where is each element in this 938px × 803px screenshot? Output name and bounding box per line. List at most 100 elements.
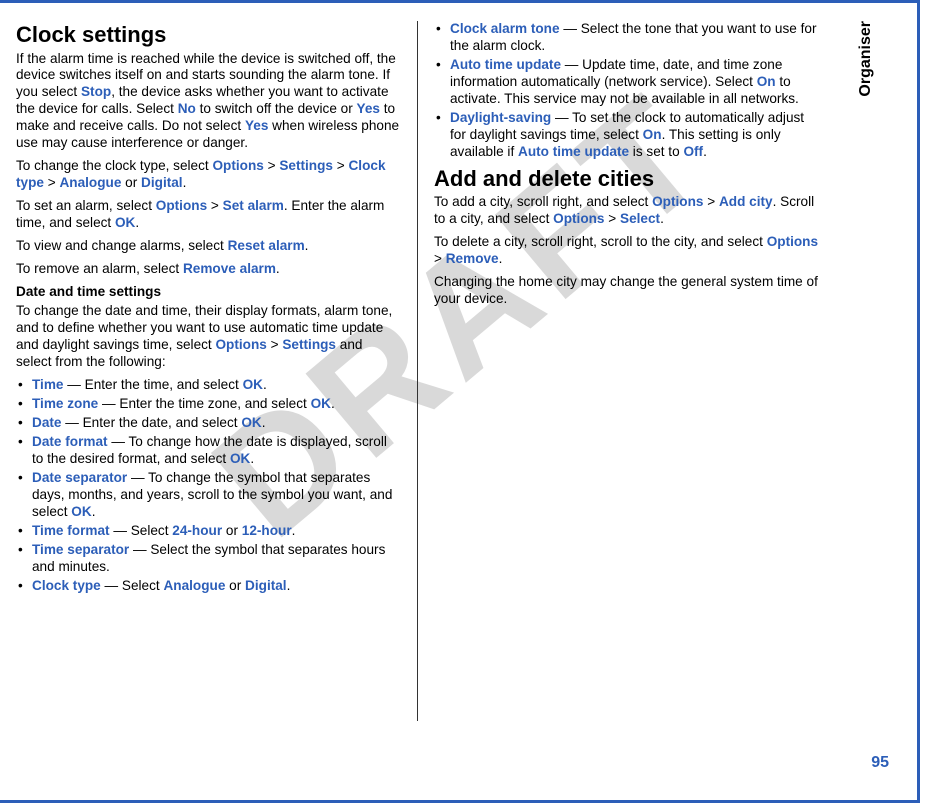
bullet-icon: • xyxy=(18,415,23,432)
kw-analogue: Analogue xyxy=(163,578,225,593)
section-tab: Organiser xyxy=(857,21,897,97)
para-remove-alarm: To remove an alarm, select Remove alarm. xyxy=(16,261,401,278)
text: . xyxy=(703,144,707,159)
chevron: > xyxy=(211,198,219,213)
kw-set-alarm: Set alarm xyxy=(223,198,284,213)
list-item: •Time separator — Select the symbol that… xyxy=(16,542,401,576)
text: . xyxy=(287,578,291,593)
text: To set an alarm, select xyxy=(16,198,156,213)
para-delete-city: To delete a city, scroll right, scroll t… xyxy=(434,234,820,268)
text: . xyxy=(331,396,335,411)
text: — Enter the time zone, and select xyxy=(98,396,310,411)
text: . xyxy=(92,504,96,519)
heading-add-delete-cities: Add and delete cities xyxy=(434,165,820,193)
bullet-icon: • xyxy=(18,523,23,540)
text: or xyxy=(222,523,242,538)
kw-reset-alarm: Reset alarm xyxy=(228,238,305,253)
text: . xyxy=(250,451,254,466)
text: — Select xyxy=(110,523,173,538)
para-view-alarms: To view and change alarms, select Reset … xyxy=(16,238,401,255)
list-item: •Time — Enter the time, and select OK. xyxy=(16,377,401,394)
kw-options: Options xyxy=(215,337,266,352)
kw-ok: OK xyxy=(71,504,91,519)
para-clock-type: To change the clock type, select Options… xyxy=(16,158,401,192)
settings-list: • Time — Enter the time, and select OK. •… xyxy=(16,377,401,595)
kw-remove-alarm: Remove alarm xyxy=(183,261,276,276)
kw-24-hour: 24-hour xyxy=(172,523,222,538)
text: . xyxy=(262,415,266,430)
chevron: > xyxy=(434,251,442,266)
kw-clock-type: Clock type xyxy=(32,578,101,593)
text: — Enter the time, and select xyxy=(63,377,242,392)
text: to switch off the device or xyxy=(196,101,357,116)
bullet-icon: • xyxy=(18,470,23,487)
chevron: > xyxy=(48,175,56,190)
text: To remove an alarm, select xyxy=(16,261,183,276)
text: or xyxy=(121,175,141,190)
kw-options: Options xyxy=(553,211,604,226)
heading-clock-settings: Clock settings xyxy=(16,21,401,49)
para-set-alarm: To set an alarm, select Options > Set al… xyxy=(16,198,401,232)
bullet-icon: • xyxy=(18,434,23,451)
chevron: > xyxy=(608,211,616,226)
kw-ok: OK xyxy=(243,377,263,392)
kw-daylight-saving: Daylight-saving xyxy=(450,110,551,125)
list-item: •Clock alarm tone — Select the tone that… xyxy=(434,21,820,55)
kw-auto-time-update: Auto time update xyxy=(518,144,629,159)
kw-time-separator: Time separator xyxy=(32,542,129,557)
text: — Select xyxy=(101,578,164,593)
kw-12-hour: 12-hour xyxy=(242,523,292,538)
kw-settings: Settings xyxy=(282,337,336,352)
kw-add-city: Add city xyxy=(719,194,773,209)
kw-date: Date xyxy=(32,415,61,430)
para-add-city: To add a city, scroll right, and select … xyxy=(434,194,820,228)
chevron: > xyxy=(337,158,345,173)
kw-digital: Digital xyxy=(245,578,287,593)
page-frame: DRAFT Organiser Clock settings If the al… xyxy=(0,0,920,803)
kw-select: Select xyxy=(620,211,660,226)
bullet-icon: • xyxy=(18,542,23,559)
kw-on: On xyxy=(757,74,776,89)
chevron: > xyxy=(268,158,276,173)
kw-analogue: Analogue xyxy=(59,175,121,190)
chevron: > xyxy=(271,337,279,352)
list-item: •Date — Enter the date, and select OK. xyxy=(16,415,401,432)
kw-date-format: Date format xyxy=(32,434,108,449)
list-item: •Daylight-saving — To set the clock to a… xyxy=(434,110,820,161)
kw-options: Options xyxy=(156,198,207,213)
text: . xyxy=(292,523,296,538)
para-date-time-intro: To change the date and time, their displ… xyxy=(16,303,401,371)
bullet-icon: • xyxy=(436,21,441,38)
list-item: •Auto time update — Update time, date, a… xyxy=(434,57,820,108)
kw-ok: OK xyxy=(241,415,261,430)
kw-ok: OK xyxy=(230,451,250,466)
right-column: •Clock alarm tone — Select the tone that… xyxy=(418,21,820,721)
para-alarm-behavior: If the alarm time is reached while the d… xyxy=(16,51,401,153)
settings-list-cont: •Clock alarm tone — Select the tone that… xyxy=(434,21,820,161)
list-item: •Date format — To change how the date is… xyxy=(16,434,401,468)
kw-options: Options xyxy=(212,158,263,173)
kw-time: Time xyxy=(32,377,63,392)
kw-options: Options xyxy=(767,234,818,249)
bullet-icon: • xyxy=(18,377,23,394)
subhead-date-time: Date and time settings xyxy=(16,284,401,301)
kw-clock-alarm-tone: Clock alarm tone xyxy=(450,21,560,36)
left-column: Clock settings If the alarm time is reac… xyxy=(16,21,418,721)
kw-digital: Digital xyxy=(141,175,183,190)
text: To change the clock type, select xyxy=(16,158,212,173)
kw-no: No xyxy=(178,101,196,116)
two-column-layout: Clock settings If the alarm time is reac… xyxy=(16,21,837,721)
list-item: •Time zone — Enter the time zone, and se… xyxy=(16,396,401,413)
bullet-icon: • xyxy=(436,110,441,127)
text: is set to xyxy=(629,144,683,159)
kw-yes: Yes xyxy=(245,118,268,133)
kw-time-format: Time format xyxy=(32,523,110,538)
kw-options: Options xyxy=(652,194,703,209)
bullet-icon: • xyxy=(436,57,441,74)
para-home-city-note: Changing the home city may change the ge… xyxy=(434,274,820,308)
kw-yes: Yes xyxy=(357,101,380,116)
chevron: > xyxy=(707,194,715,209)
list-item: • Time format — Select 24-hour or 12-hour… xyxy=(16,523,401,540)
kw-off: Off xyxy=(683,144,703,159)
kw-date-separator: Date separator xyxy=(32,470,127,485)
